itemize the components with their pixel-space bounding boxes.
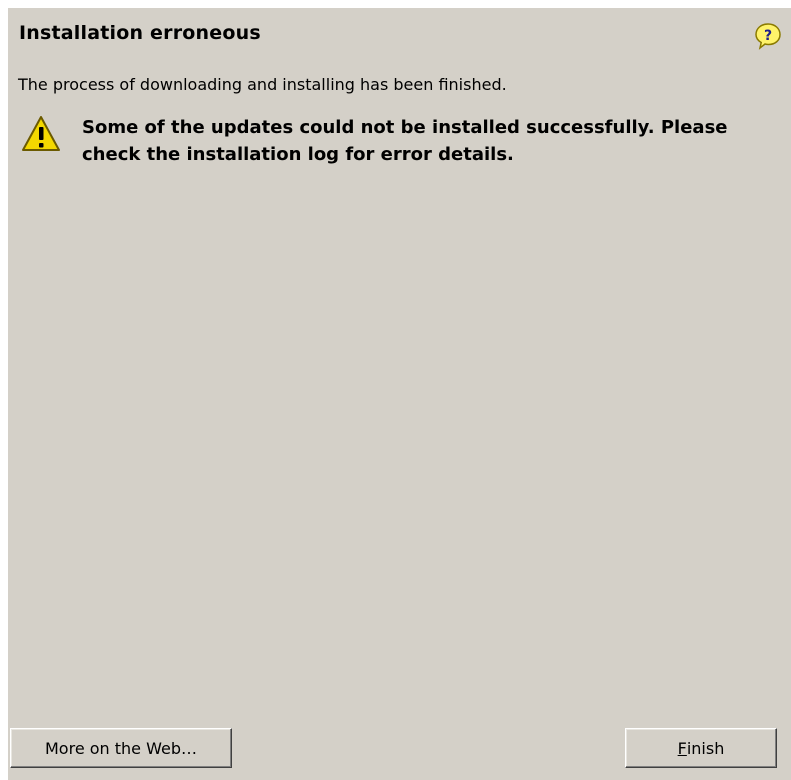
svg-text:?: ?	[764, 28, 772, 44]
installation-dialog: Installation erroneous ? The process of …	[8, 8, 791, 780]
more-on-web-button[interactable]: More on the Web…	[10, 728, 232, 768]
more-on-web-label: More on the Web…	[45, 738, 197, 758]
finish-label: inish	[686, 738, 725, 758]
finish-button[interactable]: Finish	[625, 728, 777, 768]
warning-message: Some of the updates could not be install…	[82, 117, 728, 165]
status-description: The process of downloading and installin…	[18, 75, 507, 94]
help-icon[interactable]: ?	[754, 22, 782, 50]
dialog-title: Installation erroneous	[19, 22, 261, 44]
warning-icon	[20, 114, 62, 154]
finish-mnemonic: F	[677, 738, 687, 758]
